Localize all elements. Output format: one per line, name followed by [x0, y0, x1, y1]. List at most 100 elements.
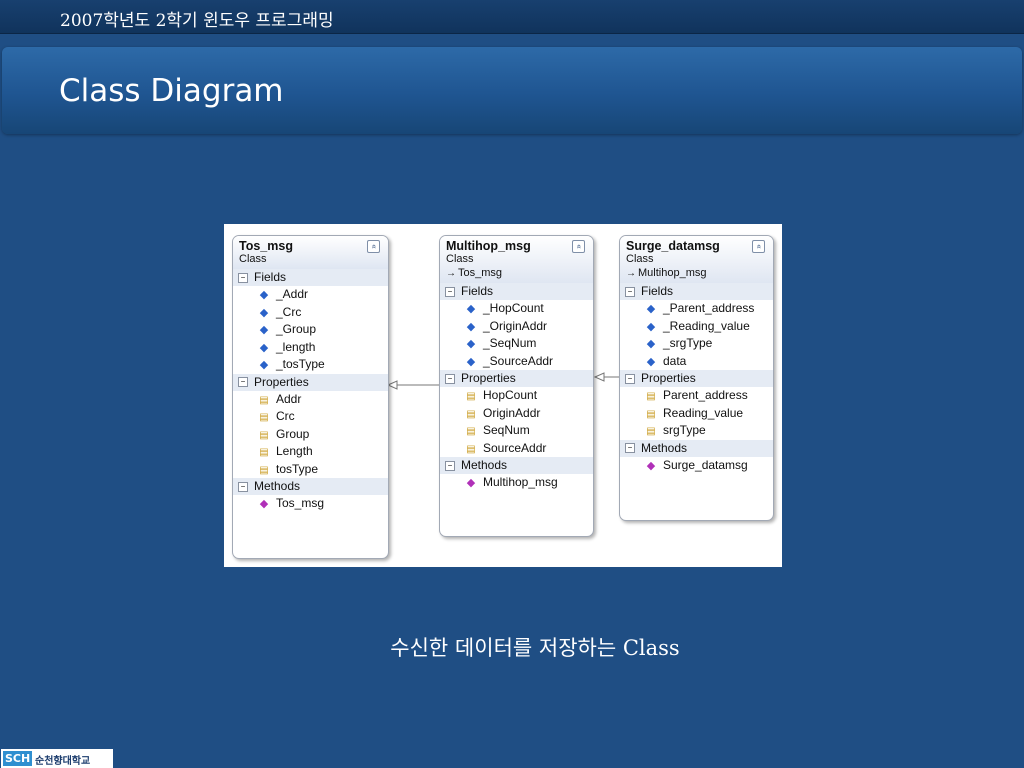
member-hopcount[interactable]: ▤ HopCount: [440, 387, 593, 405]
member-group[interactable]: ◆ _Group: [233, 321, 388, 339]
member-seqnum[interactable]: ◆ _SeqNum: [440, 335, 593, 353]
slide-caption: 수신한 데이터를 저장하는 Class: [390, 636, 680, 660]
member-crc[interactable]: ▤ Crc: [233, 408, 388, 426]
field-icon: ◆: [259, 306, 269, 319]
member-label: Multihop_msg: [483, 475, 558, 489]
section-label: Properties: [254, 374, 309, 389]
member-parent-address[interactable]: ◆ _Parent_address: [620, 300, 773, 318]
property-icon: ▤: [466, 408, 476, 420]
member-sourceaddr[interactable]: ◆ _SourceAddr: [440, 353, 593, 371]
member-surge-datamsg[interactable]: ◆ Surge_datamsg: [620, 457, 773, 475]
logo-mark: SCH: [3, 751, 33, 766]
inheritance-arrow-multihop: [386, 380, 398, 390]
class-name: Multihop_msg: [446, 239, 531, 253]
member-addr[interactable]: ▤ Addr: [233, 391, 388, 409]
member-label: _Addr: [276, 287, 309, 301]
inherit-arrow-icon: →: [446, 268, 456, 279]
section-fields[interactable]: − Fields: [440, 283, 593, 300]
member-crc[interactable]: ◆ _Crc: [233, 304, 388, 322]
member-label: srgType: [663, 423, 706, 437]
member-addr[interactable]: ◆ _Addr: [233, 286, 388, 304]
inheritance-arrow-surge: [593, 372, 605, 382]
member-hopcount[interactable]: ◆ _HopCount: [440, 300, 593, 318]
class-diagram: Tos_msg Class» − Fields ◆ _Addr ◆ _Crc ◆ _Group ◆ _…: [224, 224, 782, 567]
section-fields[interactable]: − Fields: [620, 283, 773, 300]
member-originaddr[interactable]: ▤ OriginAddr: [440, 405, 593, 423]
member-label: SeqNum: [483, 423, 530, 437]
member-reading-value[interactable]: ◆ _Reading_value: [620, 318, 773, 336]
member-label: tosType: [276, 461, 319, 476]
member-label: Surge_datamsg: [663, 457, 748, 472]
member-label: _srgType: [663, 336, 713, 350]
member-label: _HopCount: [483, 301, 544, 315]
university-logo: SCH 순천향대학교: [1, 749, 113, 768]
class-header: Surge_datamsg Class → Multihop_msg »: [620, 236, 773, 283]
section-methods[interactable]: − Methods: [233, 478, 388, 495]
collapse-minus-icon[interactable]: −: [625, 443, 635, 454]
class-box-tos-msg[interactable]: Tos_msg Class» − Fields ◆ _Addr ◆ _Crc ◆ _Group ◆ _…: [232, 235, 389, 559]
member-label: Length: [276, 444, 313, 458]
method-icon: ◆: [646, 459, 656, 472]
member-seqnum[interactable]: ▤ SeqNum: [440, 422, 593, 440]
section-properties[interactable]: − Properties: [440, 370, 593, 387]
member-length[interactable]: ▤ Length: [233, 443, 388, 461]
collapse-minus-icon[interactable]: −: [238, 481, 248, 492]
member-label: _SourceAddr: [483, 353, 554, 368]
member-tostype[interactable]: ▤ tosType: [233, 461, 388, 479]
collapse-minus-icon[interactable]: −: [625, 373, 635, 384]
collapse-chevrons-icon[interactable]: »: [752, 240, 765, 253]
member-reading-value[interactable]: ▤ Reading_value: [620, 405, 773, 423]
class-header: Tos_msg Class »: [233, 236, 388, 269]
section-properties[interactable]: − Properties: [620, 370, 773, 387]
member-label: _Group: [276, 322, 317, 336]
class-box-surge-datamsg[interactable]: Surge_datamsg Class → Multihop_msg» − Fields ◆…: [619, 235, 774, 521]
collapse-minus-icon[interactable]: −: [445, 286, 455, 297]
class-header: Multihop_msg Class → Tos_msg »: [440, 236, 593, 283]
member-tostype[interactable]: ◆ _tosType: [233, 356, 388, 374]
property-icon: ▤: [259, 464, 269, 476]
member-label: SourceAddr: [483, 440, 547, 455]
title-bar: Class Diagram: [2, 47, 1022, 134]
member-srgtype[interactable]: ▤ srgType: [620, 422, 773, 440]
section-methods[interactable]: − Methods: [440, 457, 593, 474]
collapse-chevrons-icon[interactable]: »: [367, 240, 380, 253]
member-group[interactable]: ▤ Group: [233, 426, 388, 444]
member-label: HopCount: [483, 388, 538, 402]
member-originaddr[interactable]: ◆ _OriginAddr: [440, 318, 593, 336]
section-methods[interactable]: − Methods: [620, 439, 773, 457]
collapse-minus-icon[interactable]: −: [238, 377, 248, 388]
member-label: _Reading_value: [663, 318, 750, 333]
member-length[interactable]: ◆ _length: [233, 339, 388, 357]
collapse-minus-icon[interactable]: −: [625, 286, 635, 297]
collapse-minus-icon[interactable]: −: [238, 272, 248, 283]
member-label: Parent_address: [663, 388, 748, 402]
member-srgtype[interactable]: ◆ _srgType: [620, 335, 773, 353]
inherit-arrow-icon: →: [626, 268, 636, 279]
property-icon: ▤: [646, 391, 656, 402]
member-label: _Parent_address: [663, 301, 755, 315]
property-icon: ▤: [646, 426, 656, 437]
section-properties[interactable]: − Properties: [233, 373, 388, 391]
member-parent-address[interactable]: ▤ Parent_address: [620, 387, 773, 405]
collapse-minus-icon[interactable]: −: [445, 373, 455, 384]
collapse-minus-icon[interactable]: −: [445, 460, 455, 471]
top-bar: 2007학년도 2학기 윈도우 프로그래밍: [0, 0, 1024, 34]
class-box-multihop-msg[interactable]: Multihop_msg Class → Tos_msg» − Fields ◆ _HopCo…: [439, 235, 594, 537]
section-label: Methods: [461, 458, 508, 472]
member-sourceaddr[interactable]: ▤ SourceAddr: [440, 440, 593, 458]
member-label: Tos_msg: [276, 496, 325, 510]
field-icon: ◆: [259, 289, 269, 301]
class-kind: Class: [626, 253, 654, 265]
field-icon: ◆: [466, 355, 476, 368]
member-tos-msg[interactable]: ◆ Tos_msg: [233, 495, 388, 513]
section-fields[interactable]: − Fields: [233, 269, 388, 286]
property-icon: ▤: [466, 391, 476, 402]
class-name: Tos_msg: [239, 239, 293, 253]
collapse-chevrons-icon[interactable]: »: [572, 240, 585, 253]
method-icon: ◆: [466, 477, 476, 489]
property-icon: ▤: [466, 443, 476, 455]
member-multihop-msg[interactable]: ◆ Multihop_msg: [440, 474, 593, 492]
field-icon: ◆: [646, 338, 656, 350]
member-data[interactable]: ◆ data: [620, 353, 773, 371]
course-title: 2007학년도 2학기 윈도우 프로그래밍: [60, 11, 334, 31]
